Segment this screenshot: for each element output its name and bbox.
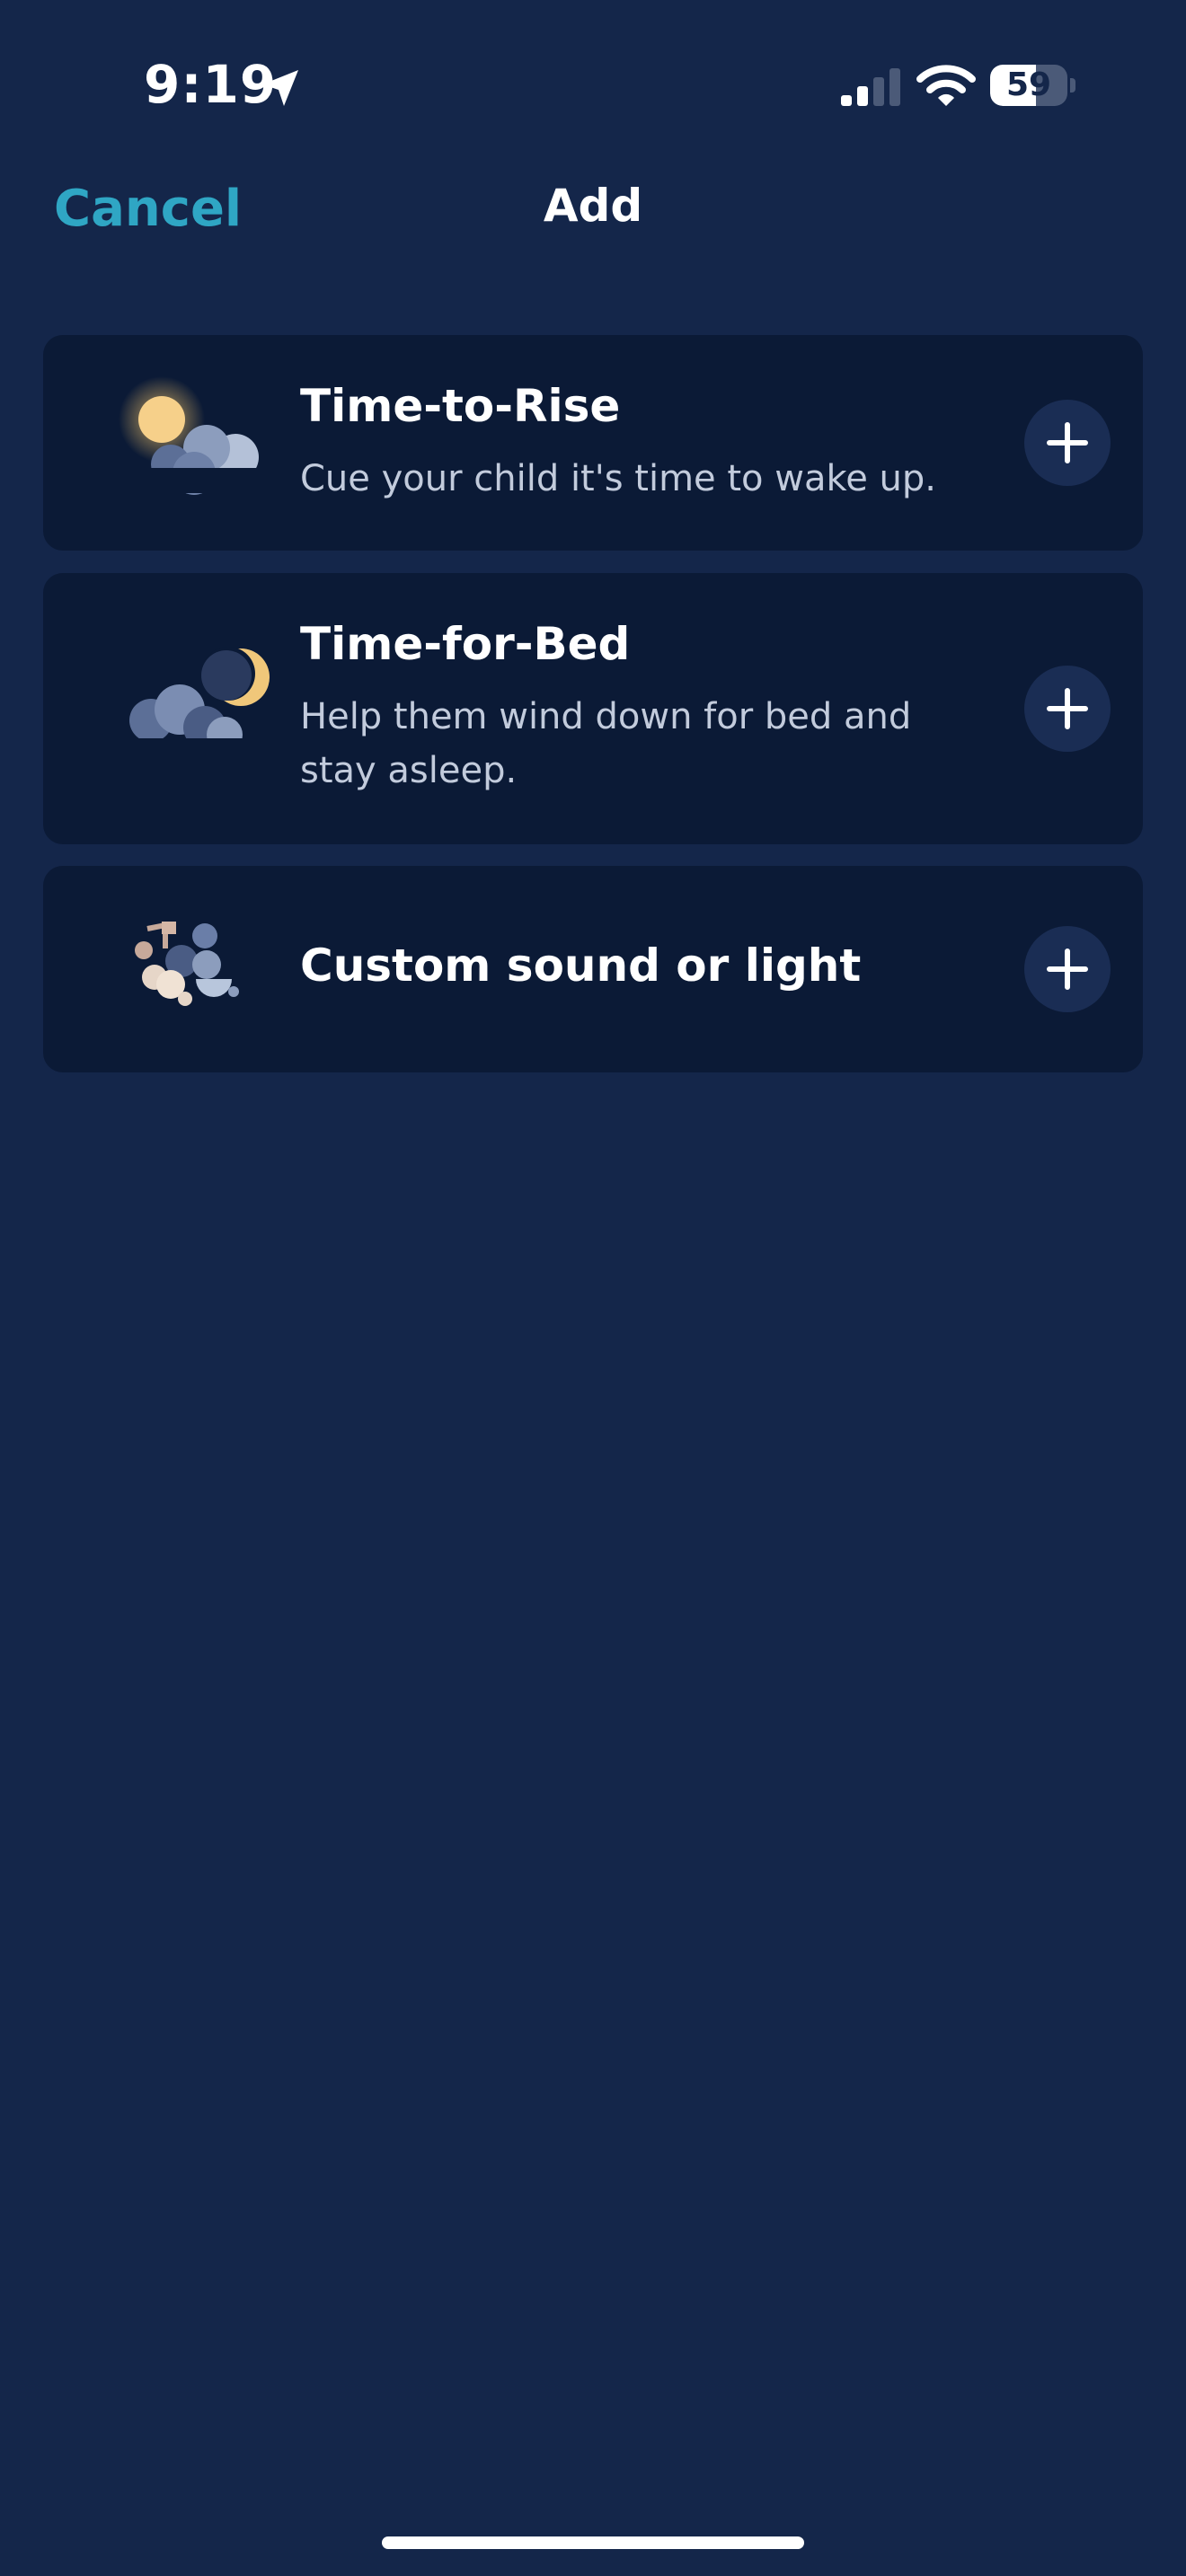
option-title: Time-for-Bed (300, 618, 631, 670)
home-indicator[interactable] (382, 2536, 804, 2549)
status-bar: 9:19 59 (0, 0, 1186, 171)
moon-clouds-icon (126, 647, 270, 765)
add-time-to-rise-button[interactable] (1024, 400, 1111, 486)
add-custom-sound-or-light-button[interactable] (1024, 926, 1111, 1012)
wifi-icon (916, 65, 976, 106)
option-custom-sound-or-light[interactable]: Custom sound or light (43, 866, 1143, 1072)
cancel-button[interactable]: Cancel (54, 180, 242, 238)
option-description: Cue your child it's time to wake up. (300, 458, 936, 499)
music-note-shapes-icon (135, 922, 239, 1006)
location-arrow-icon (262, 70, 298, 106)
add-time-for-bed-button[interactable] (1024, 666, 1111, 752)
plus-icon (1047, 948, 1088, 990)
option-time-to-rise[interactable]: Time-to-Rise Cue your child it's time to… (43, 335, 1143, 551)
option-title: Time-to-Rise (300, 380, 621, 432)
sun-clouds-icon (119, 376, 259, 495)
option-title: Custom sound or light (300, 940, 862, 992)
option-description: Help them wind down for bed and stay asl… (300, 696, 912, 791)
battery-icon: 59 (990, 65, 1076, 106)
battery-level: 59 (1005, 66, 1052, 103)
cellular-signal-icon (841, 68, 900, 106)
option-time-for-bed[interactable]: Time-for-Bed Help them wind down for bed… (43, 573, 1143, 844)
plus-icon (1047, 422, 1088, 463)
plus-icon (1047, 688, 1088, 729)
